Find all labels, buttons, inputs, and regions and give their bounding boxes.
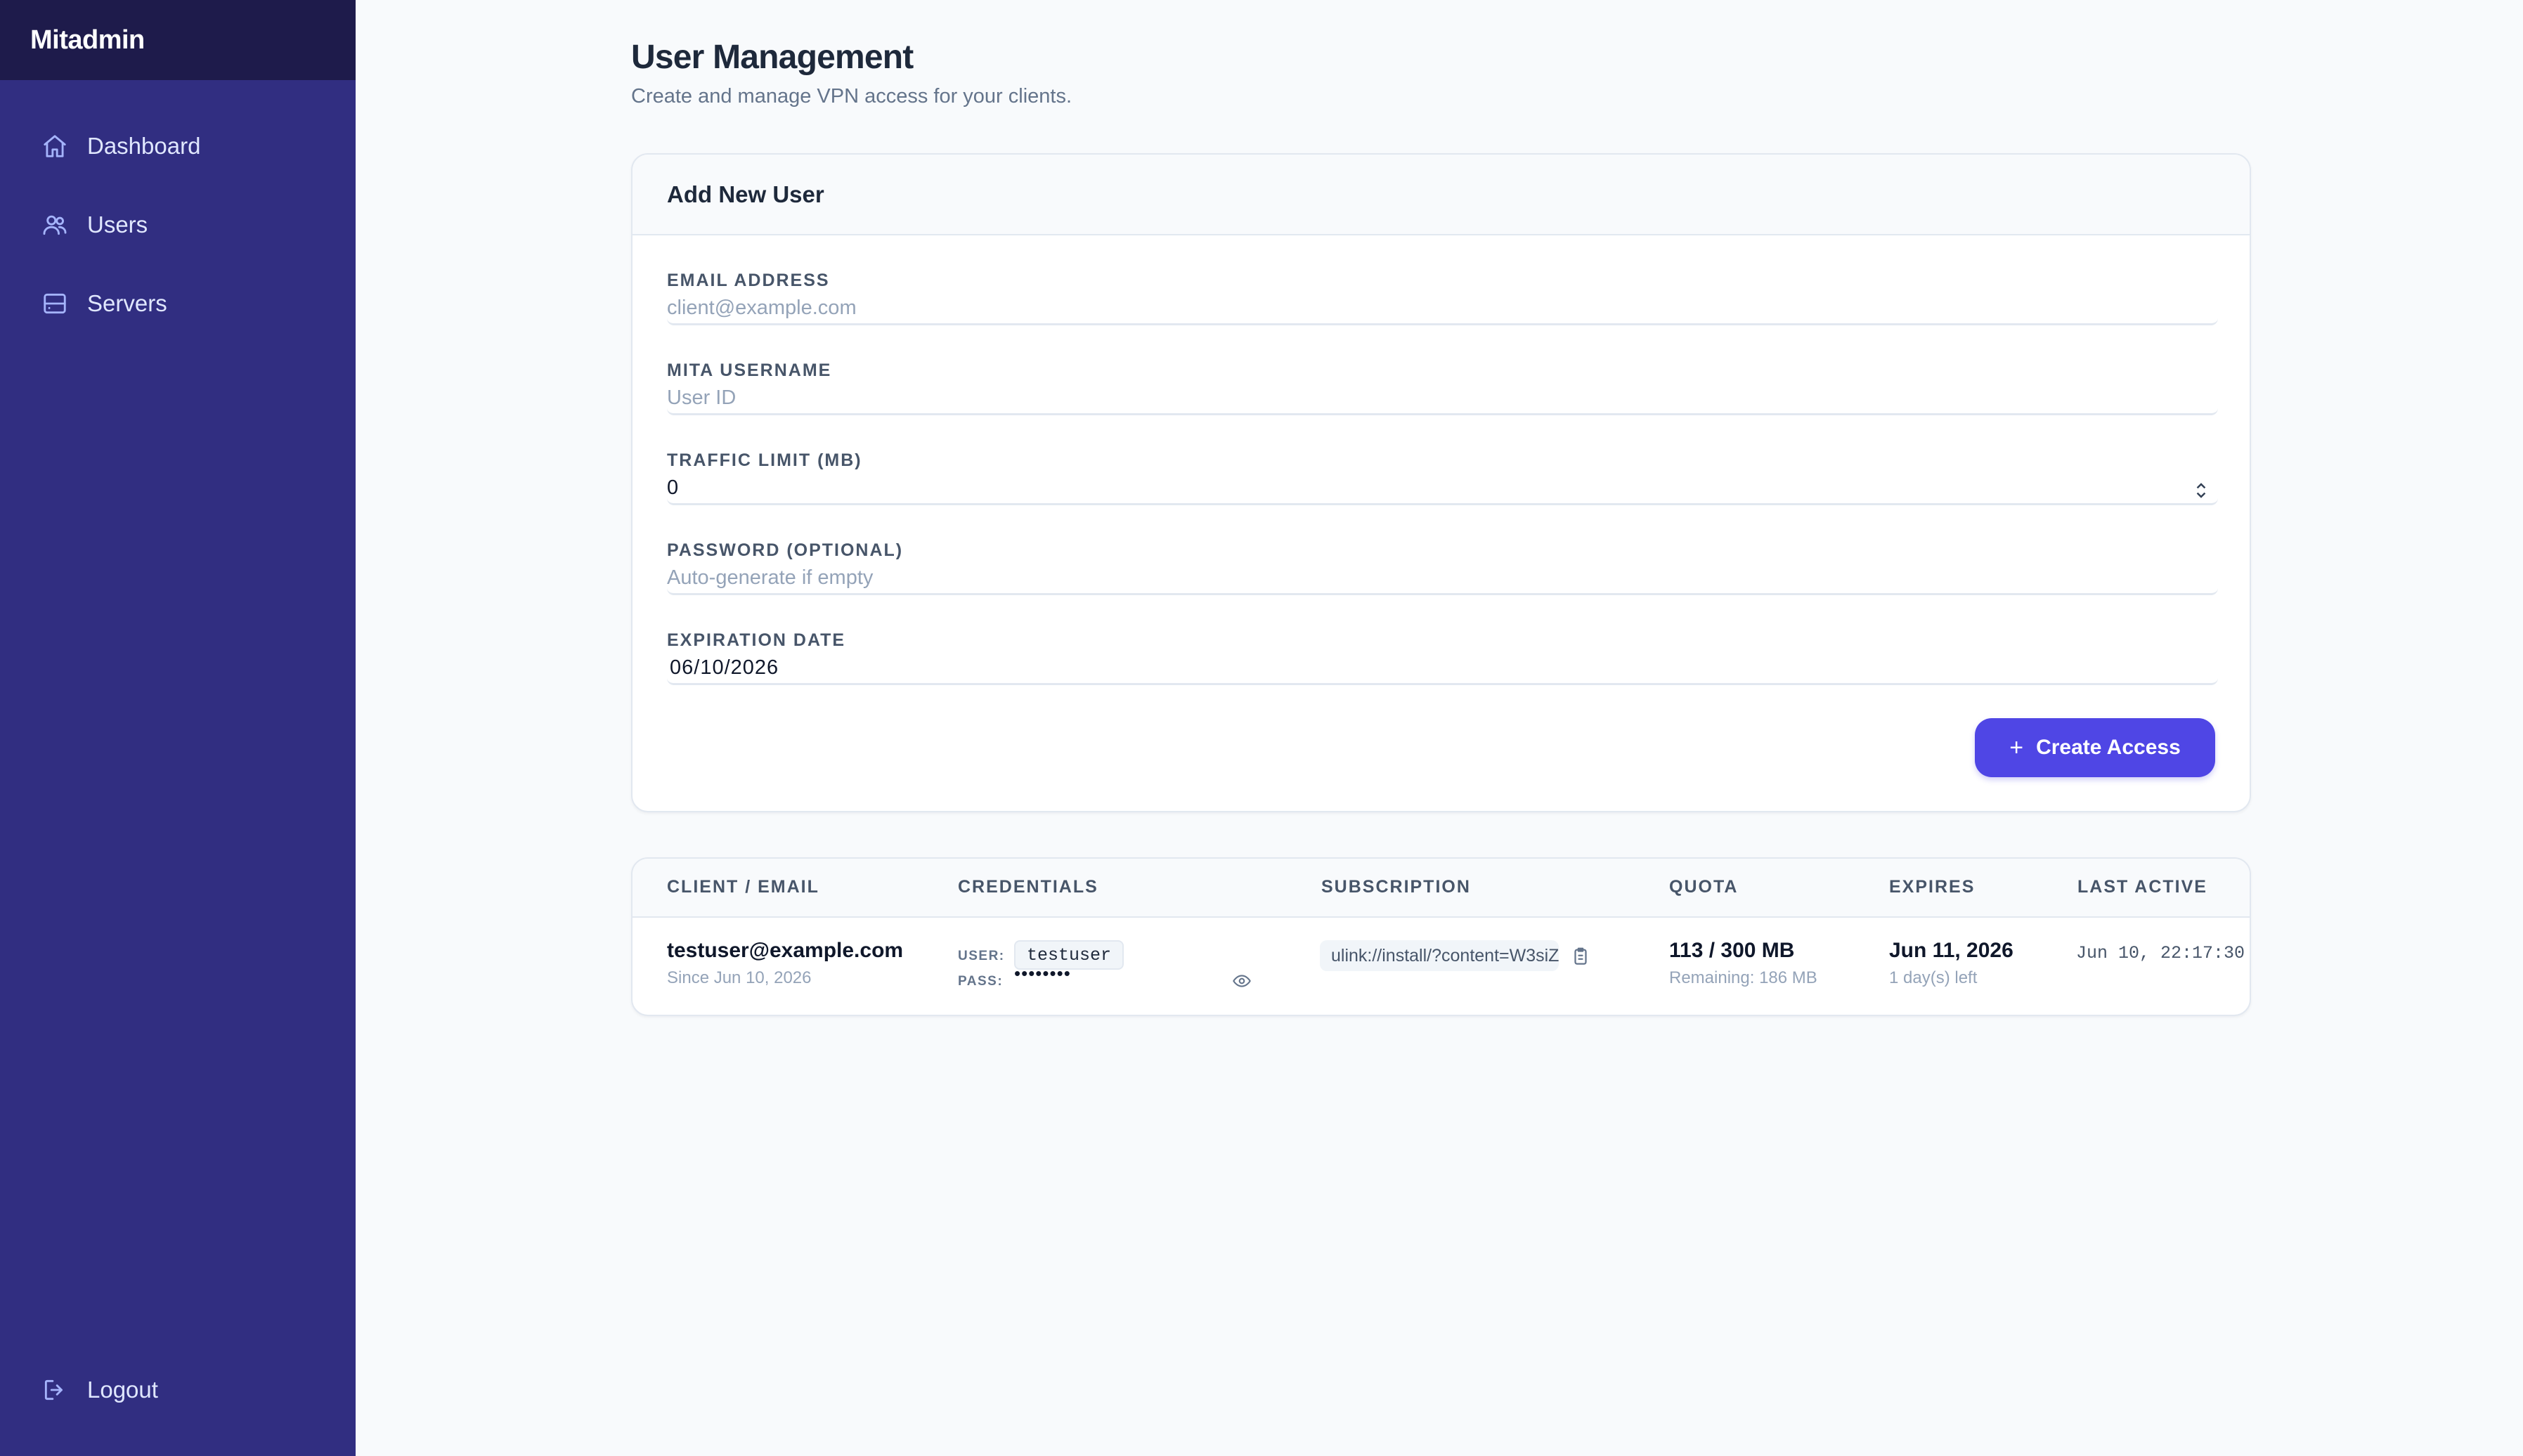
email-field[interactable]	[667, 293, 2218, 325]
client-since: Since Jun 10, 2026	[667, 968, 812, 987]
eye-icon[interactable]	[1232, 971, 1252, 991]
client-cell: testuser@example.com Since Jun 10, 2026	[667, 939, 903, 988]
clipboard-icon[interactable]	[1570, 946, 1591, 967]
sidebar-item-dashboard[interactable]: Dashboard	[0, 107, 356, 186]
username-label: MITA USERNAME	[667, 360, 832, 380]
column-last-active[interactable]: LAST ACTIVE	[2077, 877, 2207, 897]
users-icon	[41, 211, 69, 239]
home-icon	[41, 132, 69, 160]
table-header: CLIENT / EMAIL CREDENTIALS SUBSCRIPTION …	[633, 859, 2250, 918]
sidebar-item-users[interactable]: Users	[0, 186, 356, 264]
logout-button[interactable]: Logout	[0, 1351, 356, 1429]
password-field[interactable]	[667, 563, 2218, 595]
create-access-label: Create Access	[2036, 736, 2181, 759]
table-row: testuser@example.com Since Jun 10, 2026 …	[633, 919, 2250, 1015]
add-user-form: EMAIL ADDRESS MITA USERNAME TRAFFIC LIMI…	[633, 271, 2250, 720]
credentials-cell: USER: testuser PASS: ••••••••	[958, 940, 1267, 995]
username-field[interactable]	[667, 383, 2218, 415]
sidebar: Mitadmin Dashboard Users Servers Logout	[0, 0, 356, 1456]
expiration-date-field[interactable]	[667, 653, 2218, 685]
expiration-field-group: EXPIRATION DATE	[667, 630, 2218, 720]
quota-usage: 113 / 300 MB	[1669, 939, 1795, 962]
sidebar-item-servers[interactable]: Servers	[0, 264, 356, 343]
column-quota[interactable]: QUOTA	[1669, 877, 1738, 897]
column-credentials[interactable]: CREDENTIALS	[958, 877, 1098, 897]
column-expires[interactable]: EXPIRES	[1889, 877, 1975, 897]
user-label: USER:	[958, 949, 1005, 963]
client-email[interactable]: testuser@example.com	[667, 939, 903, 963]
page-title: User Management	[631, 39, 914, 76]
column-client-email[interactable]: CLIENT / EMAIL	[667, 877, 819, 897]
brand-logo[interactable]: Mitadmin	[0, 0, 356, 80]
quota-cell: 113 / 300 MB Remaining: 186 MB	[1669, 939, 1817, 988]
plus-icon: +	[2009, 734, 2024, 761]
password-masked: ••••••••	[1014, 963, 1071, 984]
traffic-label: TRAFFIC LIMIT (MB)	[667, 450, 862, 470]
password-field-group: PASSWORD (OPTIONAL)	[667, 540, 2218, 630]
users-table: CLIENT / EMAIL CREDENTIALS SUBSCRIPTION …	[631, 857, 2251, 1016]
expiration-label: EXPIRATION DATE	[667, 630, 846, 650]
subscription-link[interactable]: ulink://install/?content=W3siZGF0YSI6	[1320, 940, 1559, 971]
pass-label: PASS:	[958, 974, 1004, 989]
main-content: User Management Create and manage VPN ac…	[631, 0, 2251, 1016]
last-active-time: Jun 10, 22:17:30	[2076, 943, 2245, 963]
sidebar-item-label: Servers	[87, 290, 167, 316]
expires-cell: Jun 11, 2026 1 day(s) left	[1889, 939, 2013, 988]
logout-icon	[41, 1376, 69, 1404]
days-left: 1 day(s) left	[1889, 968, 1978, 987]
sidebar-item-label: Users	[87, 212, 148, 238]
add-user-card: Add New User EMAIL ADDRESS MITA USERNAME…	[631, 153, 2251, 812]
quota-remaining: Remaining: 186 MB	[1669, 968, 1817, 987]
create-access-button[interactable]: + Create Access	[1975, 718, 2215, 777]
password-label: PASSWORD (OPTIONAL)	[667, 540, 904, 560]
username-field-group: MITA USERNAME	[667, 360, 2218, 450]
expires-date: Jun 11, 2026	[1889, 939, 2013, 962]
column-subscription[interactable]: SUBSCRIPTION	[1321, 877, 1471, 897]
card-title: Add New User	[633, 155, 2250, 235]
email-label: EMAIL ADDRESS	[667, 271, 830, 290]
sidebar-nav: Dashboard Users Servers	[0, 80, 356, 343]
email-field-group: EMAIL ADDRESS	[667, 271, 2218, 360]
logout-label: Logout	[87, 1377, 158, 1403]
number-stepper-icon[interactable]	[2194, 479, 2208, 502]
subscription-cell: ulink://install/?content=W3siZGF0YSI6	[1320, 940, 1629, 975]
page-subtitle: Create and manage VPN access for your cl…	[631, 85, 1072, 108]
server-icon	[41, 290, 69, 318]
sidebar-item-label: Dashboard	[87, 133, 201, 159]
traffic-field-group: TRAFFIC LIMIT (MB)	[667, 450, 2218, 540]
traffic-limit-field[interactable]	[667, 473, 2218, 505]
